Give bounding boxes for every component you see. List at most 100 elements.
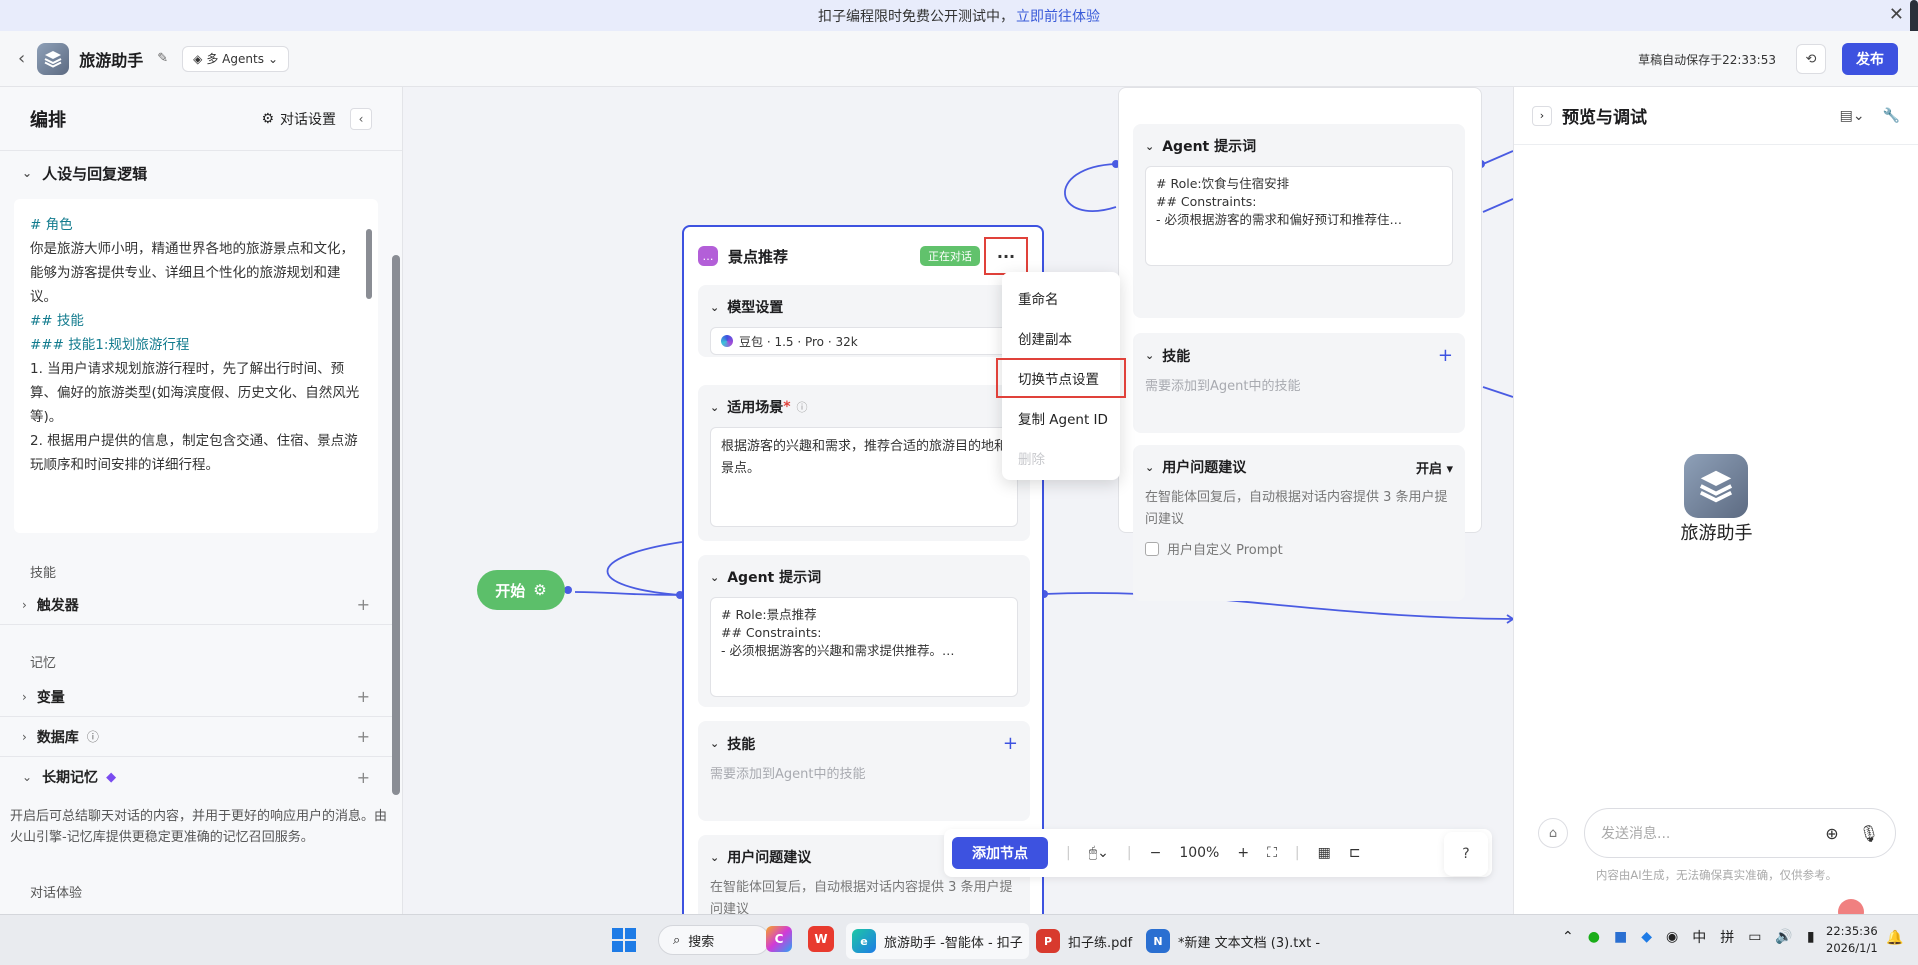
help-button[interactable]: ?	[1444, 832, 1488, 876]
edit-icon[interactable]: ✎	[157, 51, 168, 66]
zoom-out-icon[interactable]: −	[1150, 845, 1162, 861]
chevron-up-icon[interactable]: ⌃	[1562, 929, 1574, 945]
chevron-down-icon[interactable]: ⌄	[710, 851, 719, 864]
message-input[interactable]: 发送消息... ⊕ 🎙	[1584, 808, 1896, 858]
persona-scrollbar[interactable]	[366, 209, 372, 509]
network-icon[interactable]: ▭	[1748, 929, 1761, 945]
microphone-icon[interactable]: 🎙	[1859, 824, 1879, 843]
stack-icon: ◈	[193, 51, 203, 66]
agent-mode-select[interactable]: ◈ 多 Agents ⌄	[182, 45, 290, 72]
app-title: 旅游助手	[79, 50, 144, 70]
chevron-down-icon[interactable]: ⌄	[710, 737, 719, 750]
add-icon[interactable]: +	[357, 727, 370, 746]
long-memory-row[interactable]: ⌄ 长期记忆 ◆ +	[0, 757, 392, 797]
wrench-icon[interactable]: 🔧	[1883, 108, 1900, 124]
add-skill-icon[interactable]: +	[1438, 345, 1453, 366]
model-card: ⌄ 模型设置 豆包 · 1.5 · Pro · 32k	[698, 285, 1030, 357]
agent-node-dining[interactable]: ⌄ Agent 提示词 # Role:饮食与住宿安排 ## Constraints…	[1118, 87, 1482, 601]
history-button[interactable]: ⟲	[1796, 44, 1826, 74]
copilot-icon[interactable]: C	[766, 926, 792, 952]
model-select[interactable]: 豆包 · 1.5 · Pro · 32k	[710, 327, 1018, 355]
minimap-icon[interactable]: ▦	[1318, 845, 1331, 861]
add-icon[interactable]: +	[357, 687, 370, 706]
clear-chat-button[interactable]: ⌂	[1538, 818, 1568, 848]
database-row[interactable]: › 数据库 ⓘ +	[0, 717, 392, 757]
publish-button[interactable]: 发布	[1842, 43, 1898, 75]
zoom-in-icon[interactable]: +	[1237, 845, 1249, 861]
persona-editor[interactable]: # 角色 你是旅游大师小明，精通世界各地的旅游景点和文化，能够为游客提供专业、详细…	[14, 199, 378, 533]
panel-scrollbar[interactable]	[392, 255, 400, 795]
chevron-down-icon[interactable]: ⌄	[1145, 140, 1154, 153]
app-d-icon[interactable]: ■	[1614, 929, 1627, 945]
info-icon[interactable]: ⓘ	[797, 399, 808, 415]
skill-title: 技能	[727, 736, 756, 753]
zoom-level[interactable]: 100%	[1179, 845, 1219, 861]
chevron-down-icon[interactable]: ⌄	[710, 401, 719, 414]
start-node[interactable]: 开始 ⚙	[477, 570, 565, 610]
fit-view-icon[interactable]: ⛶	[1267, 845, 1277, 861]
menu-item-switch-node-settings[interactable]: 切换节点设置	[996, 358, 1126, 398]
add-icon[interactable]: +	[357, 595, 370, 614]
info-icon[interactable]: ⓘ	[87, 728, 99, 745]
more-options-button[interactable]: ···	[984, 237, 1028, 275]
chevron-right-icon[interactable]: ›	[1532, 105, 1552, 126]
chevron-down-icon[interactable]: ⌄	[1145, 461, 1154, 474]
gear-icon[interactable]: ⚙	[533, 581, 546, 599]
layout-icon[interactable]: ⊏	[1349, 845, 1361, 861]
suggest-state-select[interactable]: 开启 ▾	[1416, 458, 1453, 477]
taskbar-app-pdf[interactable]: P 扣子练.pdf	[1030, 923, 1138, 959]
menu-item-copy-agent-id[interactable]: 复制 Agent ID	[1002, 398, 1120, 438]
divider: |	[1066, 845, 1071, 861]
prompt-textbox[interactable]: # Role:饮食与住宿安排 ## Constraints: - 必须根据游客的需…	[1145, 166, 1453, 266]
volume-icon[interactable]: 🔊	[1775, 929, 1792, 945]
back-icon[interactable]: ‹	[18, 48, 25, 69]
prompt-line: ## Constraints:	[721, 625, 822, 640]
persona-section-toggle[interactable]: ⌄ 人设与回复逻辑	[0, 151, 402, 195]
close-icon[interactable]: ✕	[1889, 4, 1904, 25]
debug-settings-icon[interactable]: ▤⌄	[1840, 108, 1865, 124]
ime-pinyin-label[interactable]: 拼	[1720, 927, 1734, 947]
menu-item-duplicate[interactable]: 创建副本	[1002, 318, 1120, 358]
agent-node-attractions[interactable]: … 景点推荐 正在对话 ··· ⌄ 模型设置 豆包 · 1.5 · Pro · 3…	[682, 225, 1044, 945]
diamond-icon: ◆	[106, 769, 117, 785]
chevron-down-icon[interactable]: ⌄	[710, 301, 719, 314]
wechat-icon[interactable]: ●	[1588, 929, 1600, 945]
variables-row[interactable]: › 变量 +	[0, 677, 392, 717]
persona-title: 人设与回复逻辑	[42, 164, 148, 183]
status-badge: 正在对话	[920, 246, 980, 266]
mouse-mode-icon[interactable]: 🖱⌄	[1089, 845, 1109, 861]
mode-label: 多 Agents	[206, 52, 264, 66]
prompt-line: - 必须根据游客的需求和偏好预订和推荐住…	[1156, 212, 1402, 227]
skills-label: 技能	[30, 566, 57, 581]
app-blue-icon[interactable]: ◆	[1641, 929, 1652, 945]
prompt-line: ## Constraints:	[1156, 194, 1257, 209]
chevron-down-icon[interactable]: ⌄	[710, 571, 719, 584]
add-node-button[interactable]: 添加节点	[952, 837, 1048, 869]
wps-icon[interactable]: W	[808, 926, 834, 952]
qq-icon[interactable]: ◉	[1666, 929, 1678, 945]
dialog-settings-button[interactable]: ⚙ 对话设置	[261, 109, 336, 129]
trigger-row[interactable]: › 触发器 +	[0, 585, 392, 625]
chevron-down-icon[interactable]: ⌄	[1145, 349, 1154, 362]
windows-start-icon[interactable]	[612, 928, 636, 952]
prompt-textbox[interactable]: # Role:景点推荐 ## Constraints: - 必须根据游客的兴趣和需…	[710, 597, 1018, 697]
taskbar-app-notepad[interactable]: N *新建 文本文档 (3).txt -	[1140, 923, 1326, 959]
add-skill-icon[interactable]: +	[1003, 733, 1018, 754]
menu-item-rename[interactable]: 重命名	[1002, 278, 1120, 318]
database-label: 数据库	[36, 729, 79, 746]
taskbar-app-edge[interactable]: e 旅游助手 -智能体 - 扣子	[846, 923, 1029, 959]
add-icon[interactable]: +	[357, 768, 370, 787]
collapse-panel-button[interactable]: ‹	[350, 107, 372, 130]
prompt-line: - 必须根据游客的兴趣和需求提供推荐。…	[721, 643, 955, 658]
taskbar-search[interactable]: ⌕ 搜索	[658, 925, 770, 955]
plus-circle-icon[interactable]: ⊕	[1825, 824, 1838, 843]
scene-textbox[interactable]: 根据游客的兴趣和需求，推荐合适的旅游目的地和景点。	[710, 427, 1018, 527]
menu-item-delete: 删除	[1018, 452, 1045, 468]
battery-icon[interactable]: ▮	[1807, 929, 1815, 945]
edge-app-title: 旅游助手 -智能体 - 扣子	[884, 935, 1023, 951]
custom-prompt-checkbox[interactable]	[1145, 541, 1159, 556]
ime-zh-label[interactable]: 中	[1692, 927, 1706, 947]
notification-bell-icon[interactable]: 🔔	[1886, 930, 1903, 946]
taskbar-clock[interactable]: 22:35:36 2026/1/1	[1826, 923, 1878, 957]
banner-link[interactable]: 立即前往体验	[1016, 6, 1100, 26]
